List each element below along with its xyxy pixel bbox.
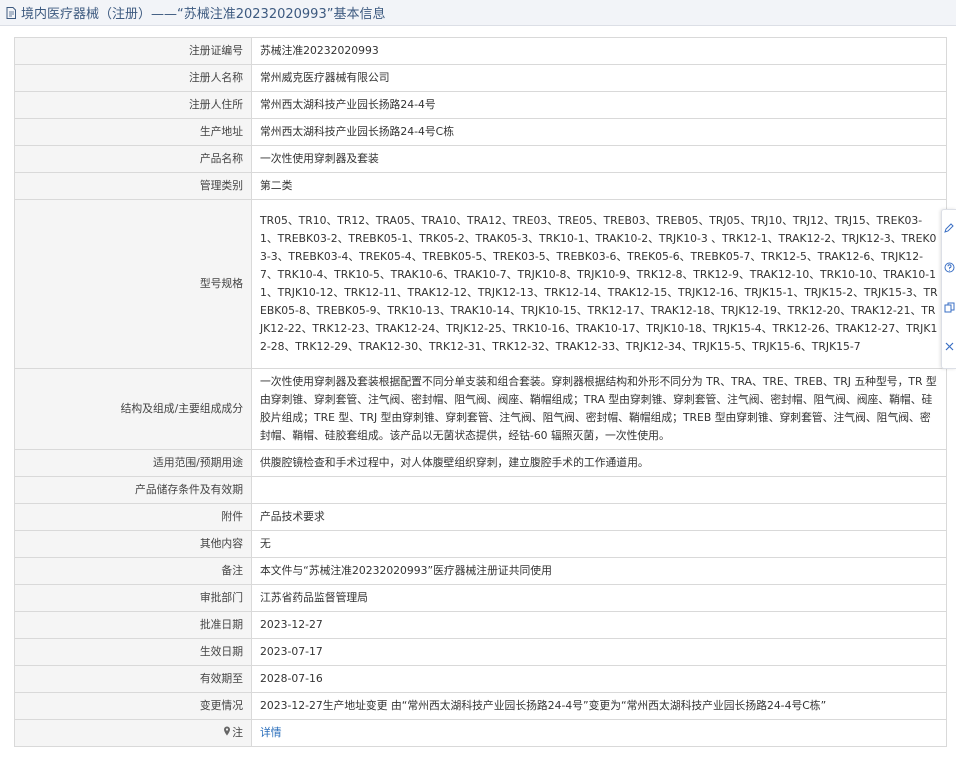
row-value: 常州威克医疗器械有限公司 xyxy=(251,64,947,92)
row-value: 产品技术要求 xyxy=(251,503,947,531)
row-value: 江苏省药品监督管理局 xyxy=(251,584,947,612)
row-value: 一次性使用穿刺器及套装 xyxy=(251,145,947,173)
row-label: 注册人名称 xyxy=(14,64,252,92)
row-value: 一次性使用穿刺器及套装根据配置不同分单支装和组合套装。穿刺器根据结构和外形不同分… xyxy=(251,368,947,450)
row-value: 2023-12-27生产地址变更 由“常州西太湖科技产业园长扬路24-4号”变更… xyxy=(251,692,947,720)
row-label: 适用范围/预期用途 xyxy=(14,449,252,477)
table-row: 备注 本文件与“苏械注准20232020993”医疗器械注册证共同使用 xyxy=(14,557,947,585)
row-label: 产品储存条件及有效期 xyxy=(14,476,252,504)
row-value: 苏械注准20232020993 xyxy=(251,37,947,65)
table-row: 产品名称 一次性使用穿刺器及套装 xyxy=(14,145,947,173)
row-label: 变更情况 xyxy=(14,692,252,720)
help-icon[interactable] xyxy=(943,262,955,276)
row-label: 产品名称 xyxy=(14,145,252,173)
table-row: 型号规格 TR05、TR10、TR12、TRA05、TRA10、TRA12、TR… xyxy=(14,199,947,369)
close-icon[interactable] xyxy=(943,341,955,355)
table-row: 注册人住所 常州西太湖科技产业园长扬路24-4号 xyxy=(14,91,947,119)
row-label: 备注 xyxy=(14,557,252,585)
table-row: 有效期至 2028-07-16 xyxy=(14,665,947,693)
table-row: 附件 产品技术要求 xyxy=(14,503,947,531)
row-label: 生产地址 xyxy=(14,118,252,146)
row-label: 批准日期 xyxy=(14,611,252,639)
row-label: 附件 xyxy=(14,503,252,531)
row-value: 常州西太湖科技产业园长扬路24-4号C栋 xyxy=(251,118,947,146)
document-icon xyxy=(4,6,18,20)
row-value: 详情 xyxy=(251,719,947,747)
row-label: 注册证编号 xyxy=(14,37,252,65)
row-label: 注 xyxy=(232,726,243,739)
row-value: 2028-07-16 xyxy=(251,665,947,693)
table-row: 审批部门 江苏省药品监督管理局 xyxy=(14,584,947,612)
table-row: 其他内容 无 xyxy=(14,530,947,558)
table-row: 变更情况 2023-12-27生产地址变更 由“常州西太湖科技产业园长扬路24-… xyxy=(14,692,947,720)
note-label: 注 xyxy=(14,719,252,747)
location-pin-icon xyxy=(223,724,231,742)
page-title-bar: 境内医疗器械（注册）——“苏械注准20232020993”基本信息 xyxy=(0,0,956,26)
registration-info-table: 注册证编号 苏械注准20232020993 注册人名称 常州威克医疗器械有限公司… xyxy=(14,37,947,747)
row-label: 注册人住所 xyxy=(14,91,252,119)
row-label: 结构及组成/主要组成成分 xyxy=(14,368,252,450)
row-label: 有效期至 xyxy=(14,665,252,693)
table-row: 生产地址 常州西太湖科技产业园长扬路24-4号C栋 xyxy=(14,118,947,146)
row-label: 型号规格 xyxy=(14,199,252,369)
floating-toolbar xyxy=(941,209,956,369)
table-row: 批准日期 2023-12-27 xyxy=(14,611,947,639)
row-value: 无 xyxy=(251,530,947,558)
details-link[interactable]: 详情 xyxy=(260,726,282,739)
row-value: TR05、TR10、TR12、TRA05、TRA10、TRA12、TRE03、T… xyxy=(251,199,947,369)
row-value: 第二类 xyxy=(251,172,947,200)
table-row: 管理类别 第二类 xyxy=(14,172,947,200)
row-value xyxy=(251,476,947,504)
table-row: 注册人名称 常州威克医疗器械有限公司 xyxy=(14,64,947,92)
table-row: 产品储存条件及有效期 xyxy=(14,476,947,504)
table-row: 生效日期 2023-07-17 xyxy=(14,638,947,666)
table-row: 适用范围/预期用途 供腹腔镜检查和手术过程中，对人体腹壁组织穿刺，建立腹腔手术的… xyxy=(14,449,947,477)
row-value: 常州西太湖科技产业园长扬路24-4号 xyxy=(251,91,947,119)
page-title: 境内医疗器械（注册）——“苏械注准20232020993”基本信息 xyxy=(21,7,386,22)
row-label: 审批部门 xyxy=(14,584,252,612)
table-row: 注册证编号 苏械注准20232020993 xyxy=(14,37,947,65)
table-row: 注 详情 xyxy=(14,719,947,747)
edit-icon[interactable] xyxy=(943,223,955,237)
row-value: 2023-07-17 xyxy=(251,638,947,666)
row-label: 生效日期 xyxy=(14,638,252,666)
row-label: 其他内容 xyxy=(14,530,252,558)
copy-icon[interactable] xyxy=(943,302,955,316)
row-value: 本文件与“苏械注准20232020993”医疗器械注册证共同使用 xyxy=(251,557,947,585)
row-label: 管理类别 xyxy=(14,172,252,200)
row-value: 2023-12-27 xyxy=(251,611,947,639)
row-value: 供腹腔镜检查和手术过程中，对人体腹壁组织穿刺，建立腹腔手术的工作通道用。 xyxy=(251,449,947,477)
table-row: 结构及组成/主要组成成分 一次性使用穿刺器及套装根据配置不同分单支装和组合套装。… xyxy=(14,368,947,450)
